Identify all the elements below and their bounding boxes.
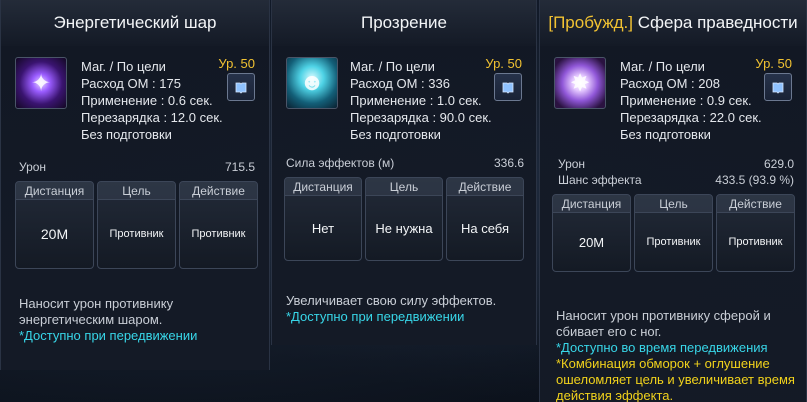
skill-card-insight: Прозрение ☻ Маг. / По цели Расход ОМ : 3…	[271, 0, 537, 345]
stat-label: Урон	[19, 160, 47, 174]
param-header: Цель	[635, 195, 712, 213]
stat-value: 336.6	[493, 156, 524, 170]
param-header: Дистанция	[285, 178, 361, 196]
stat-label: Урон	[558, 157, 586, 171]
param-header: Действие	[180, 182, 257, 200]
param-value: Противник	[109, 228, 164, 240]
book-icon	[502, 82, 514, 94]
cast-time: Применение : 1.0 сек.	[350, 93, 482, 108]
param-value: Противник	[191, 228, 246, 240]
param-target: Цель Противник	[634, 194, 713, 272]
stat-label: Шанс эффекта	[558, 173, 642, 187]
param-header: Действие	[717, 195, 794, 213]
description-line: сбивает его с ног.	[556, 324, 662, 339]
skill-description: Увеличивает свою силу эффектов. *Доступн…	[286, 293, 496, 325]
note-movement: *Доступно при передвижении	[286, 309, 465, 324]
note-combo: *Комбинация обморок + оглушение	[556, 356, 770, 371]
description-line: Наносит урон противнику	[19, 296, 174, 311]
stat-value: 629.0	[763, 157, 794, 171]
description-line: Увеличивает свою силу эффектов.	[286, 293, 497, 308]
skill-card-energy-orb: Энергетический шар ✦ Маг. / По цели Расх…	[0, 0, 270, 370]
skill-title-text: Сфера праведности	[633, 13, 798, 32]
cast-time: Применение : 0.9 сек.	[620, 93, 752, 108]
preparation: Без подготовки	[350, 127, 441, 142]
param-action: Действие На себя	[446, 177, 524, 261]
skill-params: Дистанция 20M Цель Противник Действие Пр…	[15, 181, 258, 269]
param-value: Противник	[646, 236, 701, 248]
skill-description: Наносит урон противнику сферой и сбивает…	[556, 308, 795, 402]
skill-level: Ур. 50	[218, 56, 255, 71]
skill-info: Маг. / По цели Расход ОМ : 208 Применени…	[620, 58, 762, 143]
skill-level: Ур. 50	[755, 56, 792, 71]
note-movement: *Доступно при передвижении	[19, 328, 198, 343]
param-header: Дистанция	[16, 182, 93, 200]
skill-card-righteous-sphere: [Пробужд.] Сфера праведности ✸ Маг. / По…	[539, 0, 807, 402]
righteous-sphere-icon: ✸	[554, 57, 606, 109]
stat-row-effect-power: Сила эффектов (м) 336.6	[286, 156, 524, 170]
description-line: Наносит урон противнику сферой и	[556, 308, 771, 323]
param-distance: Дистанция Нет	[284, 177, 362, 261]
skill-type: Маг. / По цели	[350, 59, 435, 74]
book-icon	[772, 82, 784, 94]
param-header: Дистанция	[553, 195, 630, 213]
skill-title: [Пробужд.] Сфера праведности	[540, 0, 806, 46]
param-value: На себя	[460, 220, 509, 236]
insight-icon: ☻	[286, 57, 338, 109]
skill-type: Маг. / По цели	[620, 59, 705, 74]
param-target: Цель Не нужна	[365, 177, 443, 261]
skill-title: Прозрение	[272, 0, 536, 46]
note-combo: действия эффекта.	[556, 388, 674, 402]
skill-book-button[interactable]	[227, 73, 255, 101]
preparation: Без подготовки	[81, 127, 172, 142]
mana-cost: Расход ОМ : 175	[81, 76, 181, 91]
skill-info: Маг. / По цели Расход ОМ : 336 Применени…	[350, 58, 492, 143]
param-action: Действие Противник	[179, 181, 258, 269]
stat-row-damage: Урон 715.5	[19, 160, 255, 174]
skill-book-button[interactable]	[494, 73, 522, 101]
param-distance: Дистанция 20M	[15, 181, 94, 269]
param-value: 20M	[40, 226, 69, 242]
preparation: Без подготовки	[620, 127, 711, 142]
skill-level: Ур. 50	[485, 56, 522, 71]
param-distance: Дистанция 20M	[552, 194, 631, 272]
mana-cost: Расход ОМ : 336	[350, 76, 450, 91]
note-combo: ошеломляет цель и увеличивает время	[556, 372, 795, 387]
cast-time: Применение : 0.6 сек.	[81, 93, 213, 108]
skill-params: Дистанция Нет Цель Не нужна Действие На …	[284, 177, 524, 261]
skill-type: Маг. / По цели	[81, 59, 166, 74]
param-header: Цель	[366, 178, 442, 196]
cooldown: Перезарядка : 22.0 сек.	[620, 110, 762, 125]
param-action: Действие Противник	[716, 194, 795, 272]
stat-row-damage: Урон 629.0	[558, 157, 794, 171]
energy-orb-icon: ✦	[15, 57, 67, 109]
awakened-tag: [Пробужд.]	[548, 13, 633, 32]
param-value: 20M	[578, 234, 605, 250]
stat-label: Сила эффектов (м)	[286, 156, 395, 170]
stat-value: 715.5	[224, 160, 255, 174]
skill-params: Дистанция 20M Цель Противник Действие Пр…	[552, 194, 795, 272]
skill-title: Энергетический шар	[1, 0, 269, 46]
skill-info: Маг. / По цели Расход ОМ : 175 Применени…	[81, 58, 223, 143]
skill-description: Наносит урон противнику энергетическим ш…	[19, 296, 197, 344]
param-value: Нет	[311, 220, 335, 236]
param-header: Действие	[447, 178, 523, 196]
cooldown: Перезарядка : 12.0 сек.	[81, 110, 223, 125]
stat-value: 433.5 (93.9 %)	[715, 173, 794, 187]
cooldown: Перезарядка : 90.0 сек.	[350, 110, 492, 125]
param-header: Цель	[98, 182, 175, 200]
param-value: Не нужна	[375, 220, 433, 236]
param-value: Противник	[728, 236, 783, 248]
skill-book-button[interactable]	[764, 73, 792, 101]
stat-row-effect-chance: Шанс эффекта 433.5 (93.9 %)	[558, 173, 794, 187]
mana-cost: Расход ОМ : 208	[620, 76, 720, 91]
param-target: Цель Противник	[97, 181, 176, 269]
note-movement: *Доступно во время передвижения	[556, 340, 768, 355]
description-line: энергетическим шаром.	[19, 312, 163, 327]
book-icon	[235, 82, 247, 94]
